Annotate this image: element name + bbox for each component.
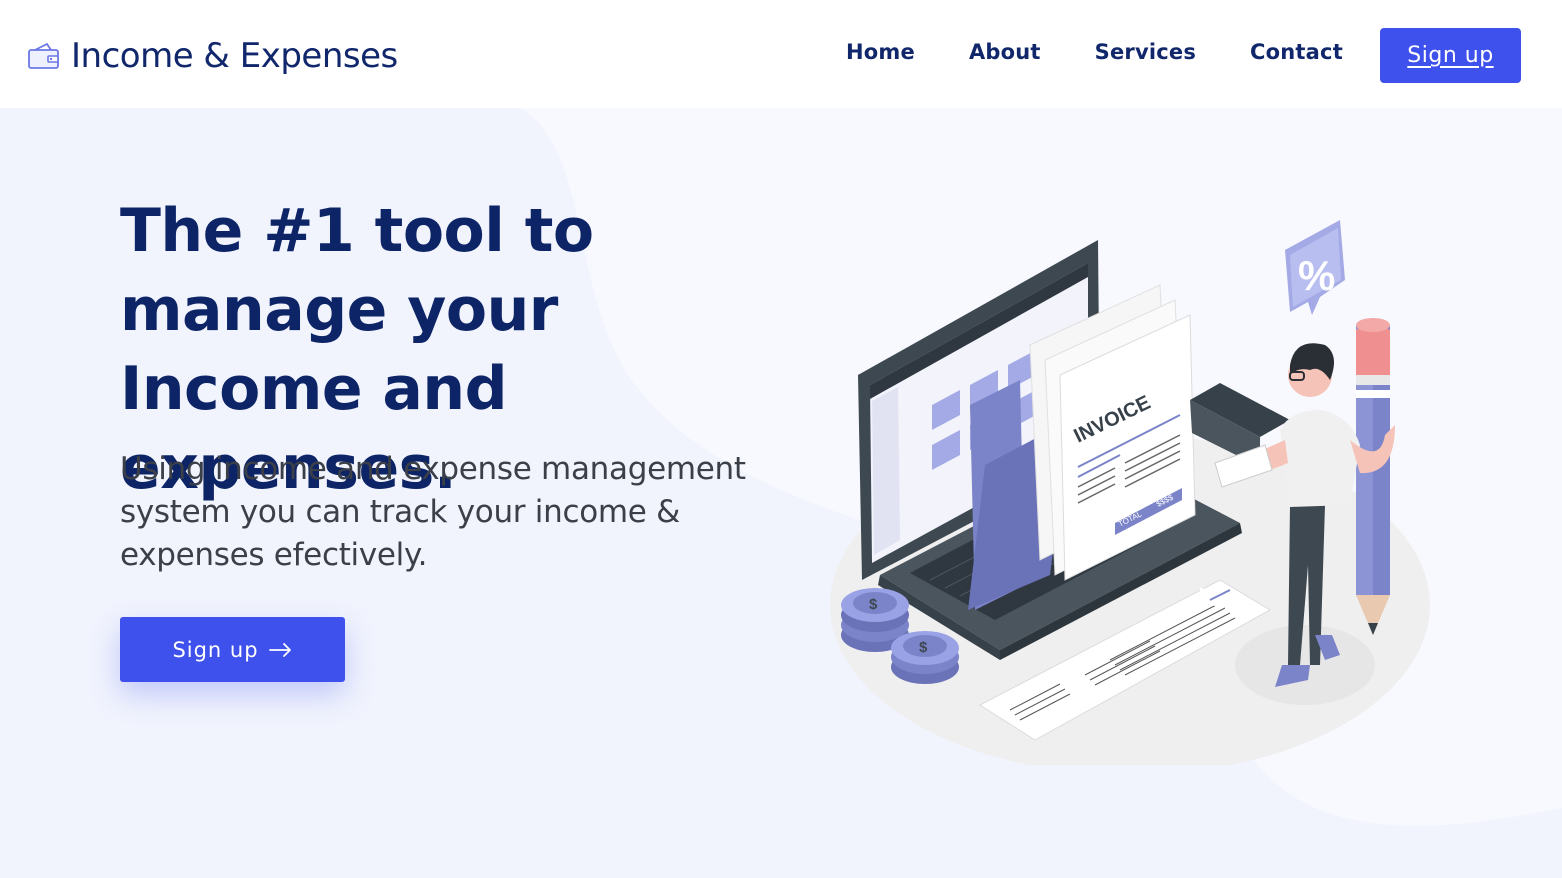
header-signup-button[interactable]: Sign up xyxy=(1380,28,1521,83)
hero-signup-label: Sign up xyxy=(172,637,259,662)
percent-symbol: % xyxy=(1298,252,1335,299)
brand[interactable]: Income & Expenses xyxy=(27,34,398,78)
nav-link-home[interactable]: Home xyxy=(846,40,915,64)
finance-illustration: INVOICE TOTAL $$$$ $ $ % xyxy=(830,220,1430,765)
wallet-icon xyxy=(28,42,59,69)
main-nav: Home About Services Contact xyxy=(846,40,1343,64)
site-header: Income & Expenses Home About Services Co… xyxy=(0,0,1562,108)
nav-link-about[interactable]: About xyxy=(969,40,1041,64)
nav-link-services[interactable]: Services xyxy=(1095,40,1196,64)
arrow-right-icon xyxy=(268,642,291,657)
pencil-illustration xyxy=(1356,318,1390,635)
percent-bubble-illustration: % xyxy=(1285,220,1345,315)
brand-title: Income & Expenses xyxy=(71,36,398,76)
hero-subtitle: Using income and expense management syst… xyxy=(120,451,746,573)
coin-symbol: $ xyxy=(869,596,878,613)
hero-signup-button[interactable]: Sign up xyxy=(120,617,345,682)
coin-symbol-2: $ xyxy=(919,639,928,656)
nav-link-contact[interactable]: Contact xyxy=(1250,40,1343,64)
